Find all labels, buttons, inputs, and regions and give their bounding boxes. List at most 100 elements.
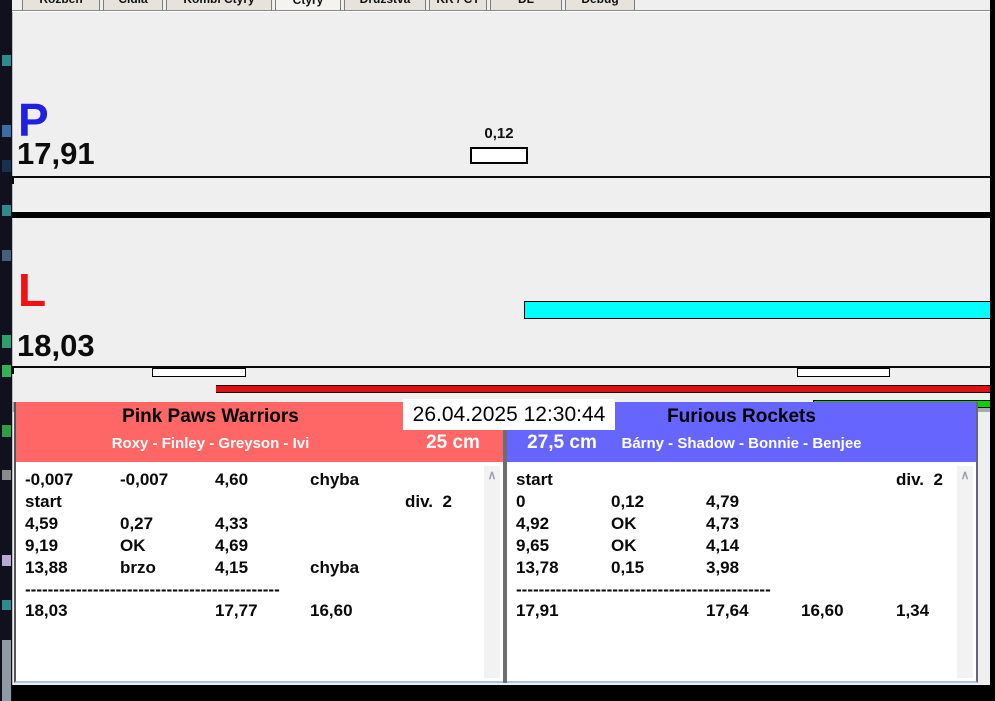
tab-druzstva[interactable]: Družstva	[344, 0, 426, 10]
table-total-cell	[611, 600, 706, 622]
desktop-icon-fragment	[2, 250, 11, 261]
table-total-cell: 1,34	[896, 601, 930, 620]
table-cell	[310, 535, 405, 557]
table-row: 9,65 OK 4,14	[516, 535, 976, 557]
table-cell: start	[516, 470, 553, 489]
table-cell: OK	[120, 536, 146, 555]
desktop-icon-fragment	[2, 205, 11, 216]
table-cell: -0,007	[25, 470, 74, 489]
lane-divider-line	[12, 176, 990, 178]
team-left-name: Pink Paws Warriors	[122, 406, 299, 427]
line-tick	[12, 366, 14, 374]
table-cell: 4,33	[215, 514, 249, 533]
table-cell: 0	[516, 492, 526, 511]
table-cell	[801, 557, 896, 579]
sensor-box	[152, 368, 246, 377]
team-right-height: 27,5 cm	[507, 432, 617, 460]
table-cell: div. 2	[896, 470, 943, 489]
lane-p-time: 17,91	[17, 136, 95, 171]
team-right-scrollbar[interactable]: ∧	[957, 466, 973, 678]
table-cell: 0,15	[611, 558, 645, 577]
table-cell: 9,19	[25, 536, 59, 555]
tab-kr-ct[interactable]: KR / ČT	[429, 0, 487, 10]
table-cell: 4,69	[215, 536, 249, 555]
lane-l-letter: L	[18, 264, 47, 316]
table-row: 13,88 brzo 4,15 chyba	[25, 557, 503, 579]
table-row: 13,78 0,15 3,98	[516, 557, 976, 579]
cyan-time-bar	[524, 301, 990, 319]
table-total-cell	[120, 600, 215, 622]
table-cell: 13,88	[25, 558, 68, 577]
table-total-cell: 16,60	[801, 601, 844, 620]
table-cell: chyba	[310, 558, 360, 577]
table-cell	[801, 491, 896, 513]
table-cell: 4,79	[706, 492, 740, 511]
table-cell: 4,73	[706, 514, 740, 533]
tab-bar: Rozběh Čidla Kombi Čtyřy Čtyřy Družstva …	[12, 0, 990, 10]
table-cell	[801, 513, 896, 535]
lane-p-marker-value: 0,12	[484, 125, 514, 142]
table-cell	[310, 491, 405, 513]
tab-kombi-ctyry[interactable]: Kombi Čtyřy	[166, 0, 272, 10]
table-cell: 4,60	[215, 470, 249, 489]
table-cell: 9,65	[516, 536, 550, 555]
team-left-results: -0,007 -0,007 4,60 chyba start div. 2 4,59 0,27…	[16, 462, 503, 681]
desktop-icon-fragment	[2, 55, 11, 66]
table-row: 4,59 0,27 4,33	[25, 513, 503, 535]
desktop-icon-fragment	[2, 160, 11, 172]
table-row: 0 0,12 4,79	[516, 491, 976, 513]
table-cell: brzo	[120, 558, 156, 577]
table-row: 9,19 OK 4,69	[25, 535, 503, 557]
app-window: Rozběh Čidla Kombi Čtyřy Čtyřy Družstva …	[12, 0, 990, 685]
desktop-edge	[0, 0, 12, 701]
red-time-bar	[216, 385, 990, 393]
tab-debug[interactable]: Debug	[565, 0, 635, 10]
team-left-height: 25 cm	[403, 432, 503, 460]
table-cell	[706, 469, 801, 491]
table-cell: OK	[611, 514, 637, 533]
tab-ctyry[interactable]: Čtyřy	[275, 0, 341, 10]
table-total-cell: 17,64	[706, 601, 749, 620]
table-cell: 4,14	[706, 536, 740, 555]
table-dashed-divider: ----------------------------------------…	[25, 580, 280, 599]
table-cell: -0,007	[120, 470, 169, 489]
scroll-up-icon[interactable]: ∧	[957, 468, 973, 482]
section-separator	[12, 212, 990, 218]
table-cell: 3,98	[706, 558, 740, 577]
tab-cidla[interactable]: Čidla	[103, 0, 163, 10]
sensor-box	[797, 368, 890, 377]
desktop-icon-fragment	[2, 600, 11, 610]
team-left-dogs: Roxy - Finley - Greyson - Ivi	[111, 435, 310, 452]
table-total-cell: 17,77	[215, 601, 258, 620]
lane-l-time: 18,03	[17, 328, 95, 363]
datetime-display: 26.04.2025 12:30:44	[403, 399, 615, 430]
table-cell: 13,78	[516, 558, 559, 577]
table-totals-row: 18,03 17,77 16,60	[25, 600, 503, 622]
table-cell: 0,27	[120, 514, 154, 533]
table-cell: 0,12	[611, 492, 645, 511]
table-dashed-divider: ----------------------------------------…	[516, 580, 771, 599]
table-cell	[120, 491, 215, 513]
table-cell	[611, 469, 706, 491]
table-cell	[801, 469, 896, 491]
tab-dl[interactable]: DL	[490, 0, 562, 10]
scroll-up-icon[interactable]: ∧	[484, 468, 500, 482]
table-row: 4,92 OK 4,73	[516, 513, 976, 535]
table-row: start div. 2	[516, 469, 976, 491]
team-right-results: start div. 2 0 0,12 4,79 4,92 OK 4,73 9,65 OK 4,14…	[507, 462, 976, 681]
desktop-icon-fragment	[2, 470, 11, 480]
desktop-icon-fragment	[2, 125, 11, 137]
desktop-icon-fragment	[2, 640, 11, 701]
desktop-icon-fragment	[2, 425, 11, 437]
table-total-cell: 16,60	[310, 601, 353, 620]
tab-rozbeh[interactable]: Rozběh	[22, 0, 100, 10]
team-left-scrollbar[interactable]: ∧	[484, 466, 500, 678]
table-cell	[801, 535, 896, 557]
table-cell: OK	[611, 536, 637, 555]
table-total-cell: 17,91	[516, 601, 559, 620]
table-cell: div. 2	[405, 492, 452, 511]
table-cell	[310, 513, 405, 535]
desktop-icon-fragment	[2, 555, 11, 566]
table-cell: 4,59	[25, 514, 59, 533]
table-cell: 4,92	[516, 514, 550, 533]
